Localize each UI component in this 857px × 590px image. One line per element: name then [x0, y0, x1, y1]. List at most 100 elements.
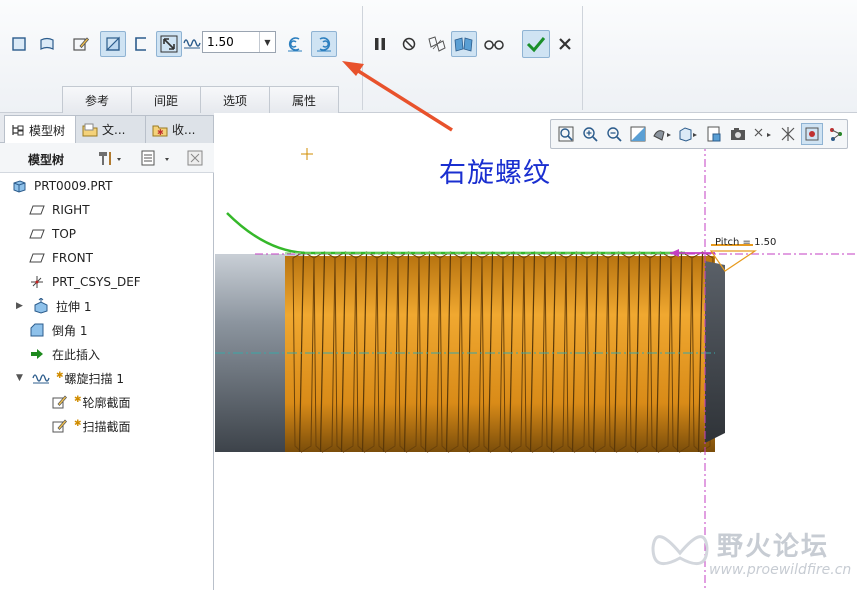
left-hand-helix-icon [288, 37, 302, 52]
network-display-button[interactable] [825, 123, 847, 145]
pitch-value-input[interactable] [203, 34, 259, 50]
tree-columns-button[interactable] [140, 149, 174, 167]
model-tree-icon [11, 123, 25, 137]
sketch-icon [50, 393, 68, 411]
datum-plane-icon [28, 201, 46, 219]
annotation-display-button[interactable] [777, 123, 799, 145]
favorites-icon: ✱ [152, 123, 168, 137]
tree-item-helical-sweep[interactable]: ▼ ✱螺旋扫描 1 [16, 367, 124, 389]
tab-references[interactable]: 参考 [62, 86, 132, 113]
tree-settings-button[interactable] [96, 149, 124, 167]
expand-icon[interactable]: ▶ [16, 301, 28, 311]
tree-item-part[interactable]: PRT0009.PRT [10, 175, 112, 197]
sweep-trajectory [226, 212, 685, 255]
tree-filter-icon [187, 150, 203, 166]
chevron-down-icon[interactable]: ▼ [259, 32, 275, 52]
modified-star-icon: ✱ [56, 370, 64, 381]
pitch-dimension-label[interactable]: Pitch = 1.50 [715, 237, 776, 248]
refit-button[interactable] [555, 123, 577, 145]
crosshair-cursor [301, 148, 313, 160]
pitch-value-combobox[interactable]: ▼ [202, 31, 276, 53]
tree-item-front[interactable]: FRONT [28, 247, 93, 269]
surface-button[interactable] [34, 31, 60, 57]
saved-views-button[interactable] [677, 123, 699, 145]
end-face [705, 261, 725, 443]
check-icon [526, 37, 546, 53]
forum-watermark: 野火论坛 www.proewildfire.cn [645, 518, 855, 588]
left-handed-button[interactable] [282, 31, 308, 57]
tab-pitch[interactable]: 间距 [131, 86, 201, 113]
glasses-preview-button[interactable] [481, 31, 507, 57]
cancel-button[interactable] [552, 31, 578, 57]
tree-item-chamfer[interactable]: 倒角 1 [28, 319, 87, 341]
tab-properties[interactable]: 属性 [269, 86, 339, 113]
butterfly-logo-icon [651, 535, 709, 566]
ok-button[interactable] [522, 30, 550, 58]
surface-icon [40, 37, 54, 50]
pause-button[interactable] [367, 31, 393, 57]
close-icon [559, 38, 571, 50]
bracket-icon [135, 37, 146, 51]
tree-item-sweep-section[interactable]: ✱扫描截面 [50, 415, 131, 437]
zoom-out-button[interactable] [603, 123, 625, 145]
solid-icon [12, 37, 26, 51]
no-preview-icon [402, 37, 416, 51]
datum-plane-icon [28, 249, 46, 267]
watermark-url: www.proewildfire.cn [709, 562, 852, 578]
tree-item-top[interactable]: TOP [28, 223, 76, 245]
solid-button[interactable] [6, 31, 32, 57]
cube-view-icon [679, 127, 697, 142]
pitch-icon [183, 36, 201, 50]
ribbon-separator [362, 6, 363, 110]
sketch-pencil-icon [73, 37, 90, 51]
verify-preview-button[interactable] [451, 31, 477, 57]
dashboard-tabs: 参考 间距 选项 属性 [62, 86, 339, 113]
insert-here-arrow-icon [28, 345, 46, 363]
svg-text:✱: ✱ [157, 128, 164, 137]
helical-sweep-icon [32, 369, 50, 387]
thicken-button[interactable] [128, 31, 154, 57]
model-tree-title: 模型树 [28, 153, 65, 167]
repaint-button[interactable] [627, 123, 649, 145]
crossed-lines-icon [781, 127, 795, 141]
flip-diagonal-arrow-icon [160, 35, 178, 53]
datum-display-button[interactable] [751, 123, 773, 145]
perspective-button[interactable] [727, 123, 749, 145]
tab-folder-browser[interactable]: 文... [75, 115, 146, 143]
view-manager-icon [707, 126, 721, 142]
graphics-viewport[interactable]: Pitch = 1.50 右旋螺纹 野火论坛 www.proewildfire.… [215, 113, 857, 590]
spin-center-button[interactable] [801, 123, 823, 145]
tree-item-insert-here[interactable]: 在此插入 [28, 343, 100, 365]
preview-shaded-icon [454, 37, 473, 52]
tree-filter-button[interactable] [186, 149, 206, 167]
tree-item-extrude[interactable]: ▶ 拉伸 1 [16, 295, 91, 317]
hammer-settings-icon [99, 152, 121, 165]
tree-item-profile-section[interactable]: ✱轮廓截面 [50, 391, 131, 413]
extrude-icon [32, 297, 50, 315]
datum-plane-icon [28, 225, 46, 243]
tab-options[interactable]: 选项 [200, 86, 270, 113]
zoom-in-icon [583, 127, 598, 142]
collapse-icon[interactable]: ▼ [16, 373, 28, 383]
flip-direction-button[interactable] [156, 31, 182, 57]
view-manager-button[interactable] [703, 123, 725, 145]
tab-favorites[interactable]: ✱ 收... [145, 115, 214, 143]
tree-item-csys[interactable]: PRT_CSYS_DEF [28, 271, 141, 293]
sketch-button[interactable] [68, 31, 94, 57]
glasses-icon [484, 40, 504, 50]
right-handed-button[interactable] [311, 31, 337, 57]
navigator-panel: 模型树 文... ✱ 收... 模型树 PRT0009.PRT RIGHT TO… [0, 113, 214, 590]
zoom-out-icon [607, 127, 622, 142]
remove-material-button[interactable] [100, 31, 126, 57]
zoom-in-button[interactable] [579, 123, 601, 145]
view-toolbar [550, 119, 848, 149]
display-style-button[interactable] [651, 123, 673, 145]
glasses-wire-icon [428, 36, 446, 52]
tree-item-right[interactable]: RIGHT [28, 199, 90, 221]
tab-model-tree[interactable]: 模型树 [4, 115, 76, 144]
remove-material-icon [105, 36, 120, 51]
no-preview-button[interactable] [396, 31, 422, 57]
coordinate-system-icon [28, 273, 46, 291]
modified-star-icon: ✱ [74, 394, 82, 405]
preview-wireframe-button[interactable] [424, 31, 450, 57]
